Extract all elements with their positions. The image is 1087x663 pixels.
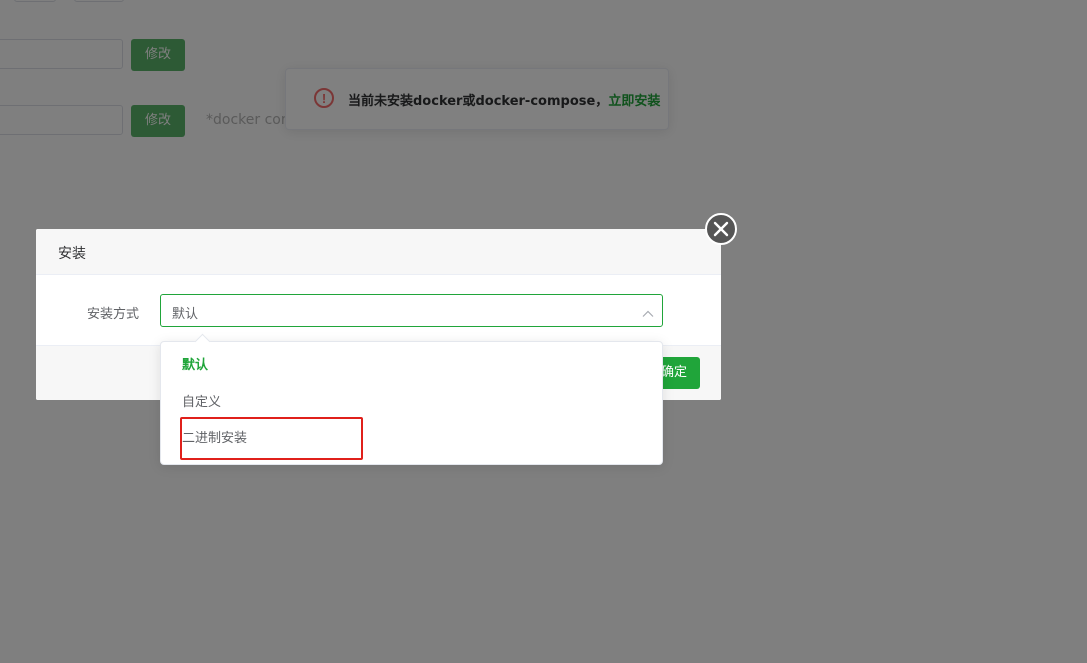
confirm-button[interactable]: 确定 (658, 357, 700, 389)
dialog-close-button[interactable] (705, 213, 737, 245)
toast-message: 当前未安装docker或docker-compose，立即安装 (348, 90, 660, 109)
toast-message-text: 当前未安装docker或docker-compose， (348, 94, 609, 109)
close-icon (713, 221, 729, 237)
dialog-header: 安装 (36, 229, 721, 275)
dropdown-option-default[interactable]: 默认 (161, 349, 662, 383)
confirm-label: 确定 (660, 365, 687, 380)
annotation-highlight-box (180, 417, 363, 460)
install-now-link[interactable]: 立即安装 (608, 94, 660, 109)
install-notice-toast: ! 当前未安装docker或docker-compose，立即安装 (285, 68, 669, 130)
select-value: 默认 (172, 307, 199, 322)
dialog-title: 安装 (58, 246, 86, 262)
chevron-up-icon (642, 305, 654, 317)
install-method-select[interactable]: 默认 (160, 294, 663, 327)
dropdown-option-custom[interactable]: 自定义 (161, 386, 662, 420)
install-method-label: 安装方式 (87, 307, 140, 322)
exclamation-circle-icon: ! (314, 88, 334, 108)
